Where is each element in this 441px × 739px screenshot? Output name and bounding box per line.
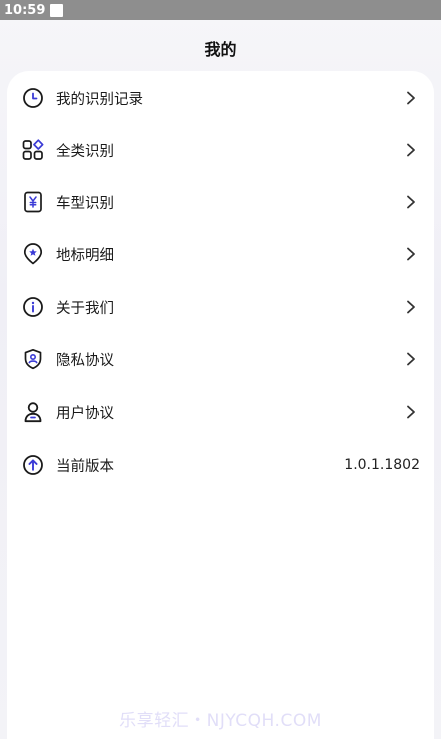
menu-item-label: 用户协议	[56, 405, 114, 422]
menu-item-car-recognition[interactable]: 车型识别	[7, 180, 434, 224]
info-icon	[22, 296, 44, 318]
status-time: 10:59	[4, 2, 46, 18]
arrow-up-circle-icon	[22, 454, 44, 476]
location-star-icon	[22, 243, 44, 265]
menu-item-label: 车型识别	[56, 195, 114, 212]
status-bar: 10:59	[0, 0, 441, 20]
chevron-right-icon	[407, 247, 415, 261]
page-title: 我的	[204, 40, 237, 59]
menu-item-all-recognition[interactable]: 全类识别	[7, 128, 434, 172]
version-value: 1.0.1.1802	[344, 457, 420, 473]
menu-item-history[interactable]: 我的识别记录	[7, 76, 434, 120]
menu-item-label: 关于我们	[56, 300, 114, 317]
chevron-right-icon	[407, 91, 415, 105]
chevron-right-icon	[407, 352, 415, 366]
version-label: 当前版本	[56, 458, 114, 475]
menu-item-label: 我的识别记录	[56, 91, 143, 108]
notification-icon	[50, 3, 64, 17]
settings-card: 我的识别记录 全类识别 车型识别 地标明细 关于我们 隐私协议 用户协议 当前版…	[7, 71, 434, 739]
menu-item-label: 隐私协议	[56, 352, 114, 369]
watermark: 乐享轻汇・NJYCQH.COM	[119, 711, 322, 731]
chevron-right-icon	[407, 300, 415, 314]
menu-item-about-us[interactable]: 关于我们	[7, 285, 434, 329]
menu-item-label: 全类识别	[56, 143, 114, 160]
yen-card-icon	[22, 191, 44, 213]
menu-item-user-agreement[interactable]: 用户协议	[7, 390, 434, 434]
chevron-right-icon	[407, 195, 415, 209]
person-icon	[22, 401, 44, 423]
shield-user-icon	[22, 348, 44, 370]
version-row: 当前版本 1.0.1.1802	[7, 443, 434, 487]
clock-icon	[22, 87, 44, 109]
grid-icon	[22, 139, 44, 161]
menu-item-landmark[interactable]: 地标明细	[7, 232, 434, 276]
chevron-right-icon	[407, 405, 415, 419]
menu-item-privacy-policy[interactable]: 隐私协议	[7, 337, 434, 381]
menu-item-label: 地标明细	[56, 247, 114, 264]
chevron-right-icon	[407, 143, 415, 157]
